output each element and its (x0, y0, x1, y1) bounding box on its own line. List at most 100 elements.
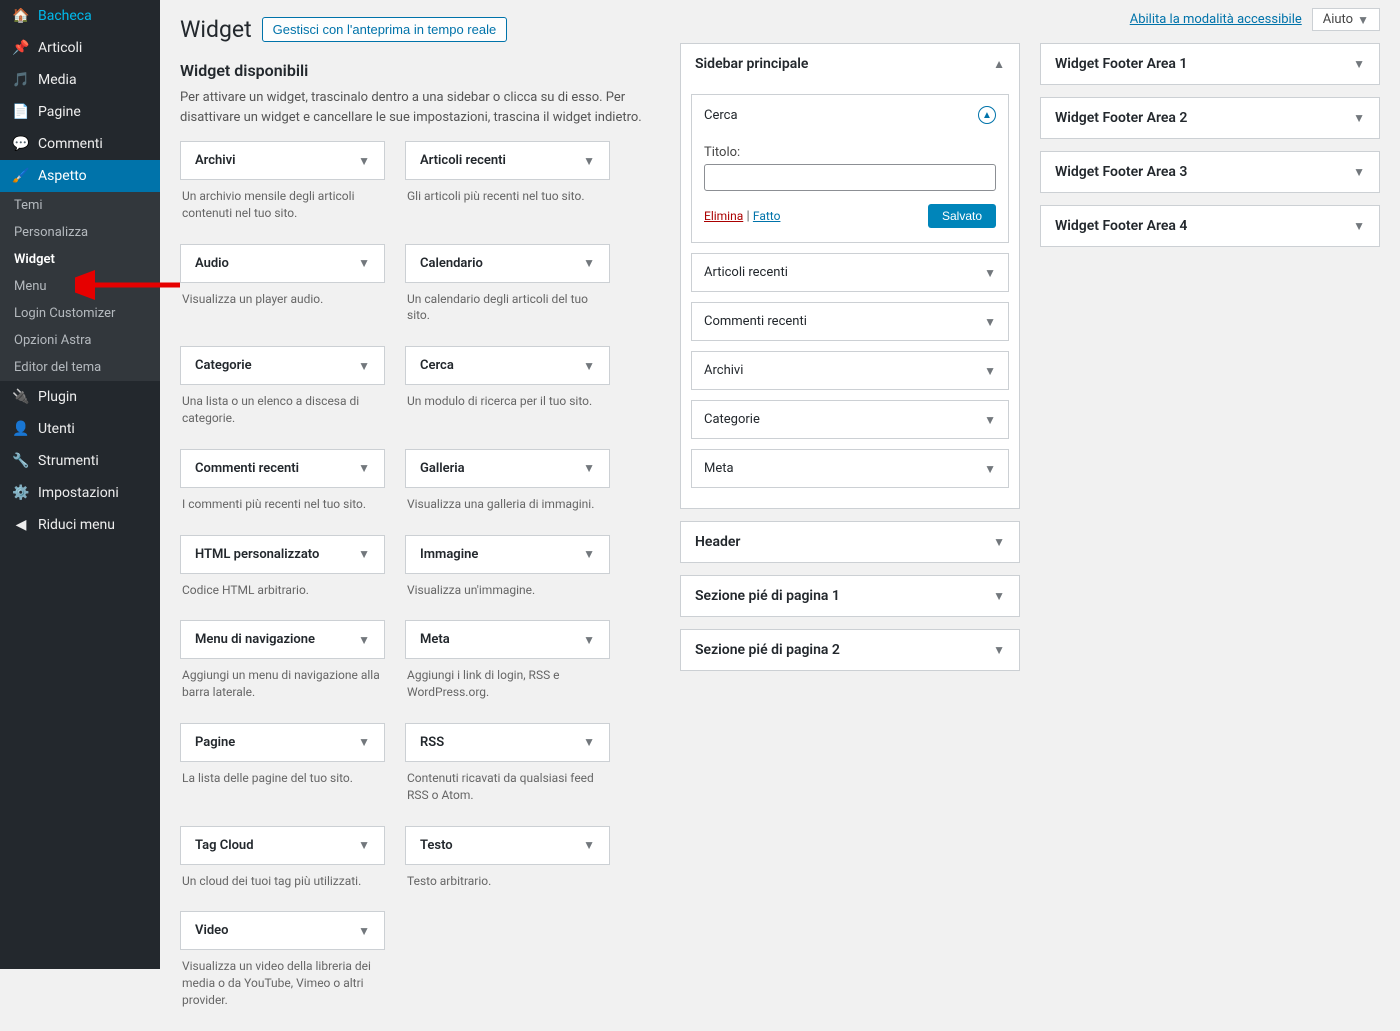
area-header[interactable]: Widget Footer Area 4▼ (1041, 206, 1379, 246)
menu-media[interactable]: 🎵Media (0, 64, 160, 96)
widget-name: Galleria (420, 461, 465, 476)
submenu-opzioni-astra[interactable]: Opzioni Astra (0, 327, 160, 354)
chevron-down-icon: ▼ (358, 547, 370, 561)
widget-collapsed: Commenti recenti▼ (691, 302, 1009, 341)
widget-name: Meta (420, 632, 450, 647)
widget-collapsed-header[interactable]: Articoli recenti▼ (692, 254, 1008, 291)
live-preview-button[interactable]: Gestisci con l'anteprima in tempo reale (262, 17, 508, 42)
chevron-down-icon: ▼ (984, 462, 996, 476)
available-widget[interactable]: Cerca▼ (405, 346, 610, 385)
widget-description: Codice HTML arbitrario. (180, 574, 385, 611)
submenu-temi[interactable]: Temi (0, 192, 160, 219)
widget-area-sidebar-principale: Sidebar principale ▲ Cerca ▲ Titolo: (680, 43, 1020, 509)
area-header[interactable]: Widget Footer Area 3▼ (1041, 152, 1379, 192)
widget-collapsed: Archivi▼ (691, 351, 1009, 390)
widget-description: I commenti più recenti nel tuo sito. (180, 488, 385, 525)
available-widget[interactable]: Tag Cloud▼ (180, 826, 385, 865)
submenu-editor-tema[interactable]: Editor del tema (0, 354, 160, 381)
chevron-down-icon: ▼ (984, 315, 996, 329)
chevron-down-icon: ▼ (993, 589, 1005, 603)
available-widget[interactable]: Categorie▼ (180, 346, 385, 385)
available-widget[interactable]: Testo▼ (405, 826, 610, 865)
widget-name: Testo (420, 838, 453, 853)
chevron-down-icon: ▼ (583, 256, 595, 270)
menu-aspetto[interactable]: 🖌️Aspetto (0, 160, 160, 192)
help-button[interactable]: Aiuto▼ (1312, 8, 1380, 31)
available-widget[interactable]: HTML personalizzato ▼ (180, 535, 385, 574)
menu-riduci[interactable]: ◀Riduci menu (0, 509, 160, 541)
submenu-menu[interactable]: Menu (0, 273, 160, 300)
widget-collapsed-header[interactable]: Meta▼ (692, 450, 1008, 487)
widget-name: RSS (420, 735, 444, 750)
area-header[interactable]: Sezione pié di pagina 1▼ (681, 576, 1019, 616)
widget-name: HTML personalizzato (195, 547, 319, 562)
available-widget[interactable]: Audio ▼ (180, 244, 385, 283)
widget-name: Archivi (195, 153, 236, 168)
brush-icon: 🖌️ (12, 168, 30, 184)
area-header[interactable]: Widget Footer Area 1▼ (1041, 44, 1379, 84)
available-widget[interactable]: Commenti recenti▼ (180, 449, 385, 488)
widget-name: Audio (195, 256, 229, 271)
available-widget[interactable]: Immagine▼ (405, 535, 610, 574)
menu-utenti[interactable]: 👤Utenti (0, 413, 160, 445)
chevron-down-icon: ▼ (984, 364, 996, 378)
available-widget[interactable]: Archivi▼ (180, 141, 385, 180)
widget-collapsed-header[interactable]: Commenti recenti▼ (692, 303, 1008, 340)
widget-name: Calendario (420, 256, 483, 271)
widget-area-collapsed: Sezione pié di pagina 2▼ (680, 629, 1020, 671)
widget-area-collapsed: Widget Footer Area 2▼ (1040, 97, 1380, 139)
widget-name: Commenti recenti (195, 461, 299, 476)
widget-collapsed: Categorie▼ (691, 400, 1009, 439)
widget-collapsed-header[interactable]: Categorie▼ (692, 401, 1008, 438)
chevron-down-icon: ▼ (583, 633, 595, 647)
chevron-down-icon: ▼ (358, 256, 370, 270)
collapse-icon: ◀ (12, 517, 30, 533)
menu-impostazioni[interactable]: ⚙️Impostazioni (0, 477, 160, 509)
chevron-down-icon: ▼ (1353, 57, 1365, 71)
delete-widget-link[interactable]: Elimina (704, 209, 743, 223)
menu-bacheca[interactable]: 🏠Bacheca (0, 0, 160, 32)
widget-collapsed-header[interactable]: Archivi▼ (692, 352, 1008, 389)
submenu-widget[interactable]: Widget (0, 246, 160, 273)
widget-description: Un cloud dei tuoi tag più utilizzati. (180, 865, 385, 902)
media-icon: 🎵 (12, 72, 30, 88)
available-widget[interactable]: Articoli recenti▼ (405, 141, 610, 180)
widget-description: Aggiungi un menu di navigazione alla bar… (180, 659, 385, 713)
widget-title-input[interactable] (704, 164, 996, 191)
widget-description: Visualizza una galleria di immagini. (405, 488, 610, 525)
chevron-down-icon: ▼ (993, 535, 1005, 549)
menu-strumenti[interactable]: 🔧Strumenti (0, 445, 160, 477)
available-widget[interactable]: Galleria▼ (405, 449, 610, 488)
widget-name: Pagine (195, 735, 235, 750)
menu-plugin[interactable]: 🔌Plugin (0, 381, 160, 413)
area-header[interactable]: Sezione pié di pagina 2▼ (681, 630, 1019, 670)
chevron-down-icon: ▼ (1353, 219, 1365, 233)
chevron-down-icon: ▼ (358, 735, 370, 749)
done-widget-link[interactable]: Fatto (753, 209, 781, 223)
available-widget[interactable]: Menu di navigazione▼ (180, 620, 385, 659)
widget-area-collapsed: Header▼ (680, 521, 1020, 563)
menu-commenti[interactable]: 💬Commenti (0, 128, 160, 160)
widget-name: Cerca (420, 358, 454, 373)
area-header[interactable]: Header▼ (681, 522, 1019, 562)
save-widget-button[interactable]: Salvato (928, 204, 996, 228)
area-header[interactable]: Widget Footer Area 2▼ (1041, 98, 1379, 138)
submenu-login-customizer[interactable]: Login Customizer (0, 300, 160, 327)
menu-articoli[interactable]: 📌Articoli (0, 32, 160, 64)
area-header-sidebar-principale[interactable]: Sidebar principale ▲ (681, 44, 1019, 84)
widget-cerca-header[interactable]: Cerca ▲ (692, 95, 1008, 135)
available-widget[interactable]: Video▼ (180, 911, 385, 950)
chevron-down-icon: ▼ (358, 924, 370, 938)
available-widget[interactable]: Meta ▼ (405, 620, 610, 659)
widget-description: Visualizza un'immagine. (405, 574, 610, 611)
menu-pagine[interactable]: 📄Pagine (0, 96, 160, 128)
submenu-personalizza[interactable]: Personalizza (0, 219, 160, 246)
widget-description: Contenuti ricavati da qualsiasi feed RSS… (405, 762, 610, 816)
available-widget[interactable]: RSS▼ (405, 723, 610, 762)
widget-name: Tag Cloud (195, 838, 254, 853)
chevron-down-icon: ▼ (984, 266, 996, 280)
available-widget[interactable]: Calendario ▼ (405, 244, 610, 283)
available-widget[interactable]: Pagine ▼ (180, 723, 385, 762)
widget-name: Categorie (195, 358, 252, 373)
accessible-mode-link[interactable]: Abilita la modalità accessibile (1130, 12, 1302, 27)
